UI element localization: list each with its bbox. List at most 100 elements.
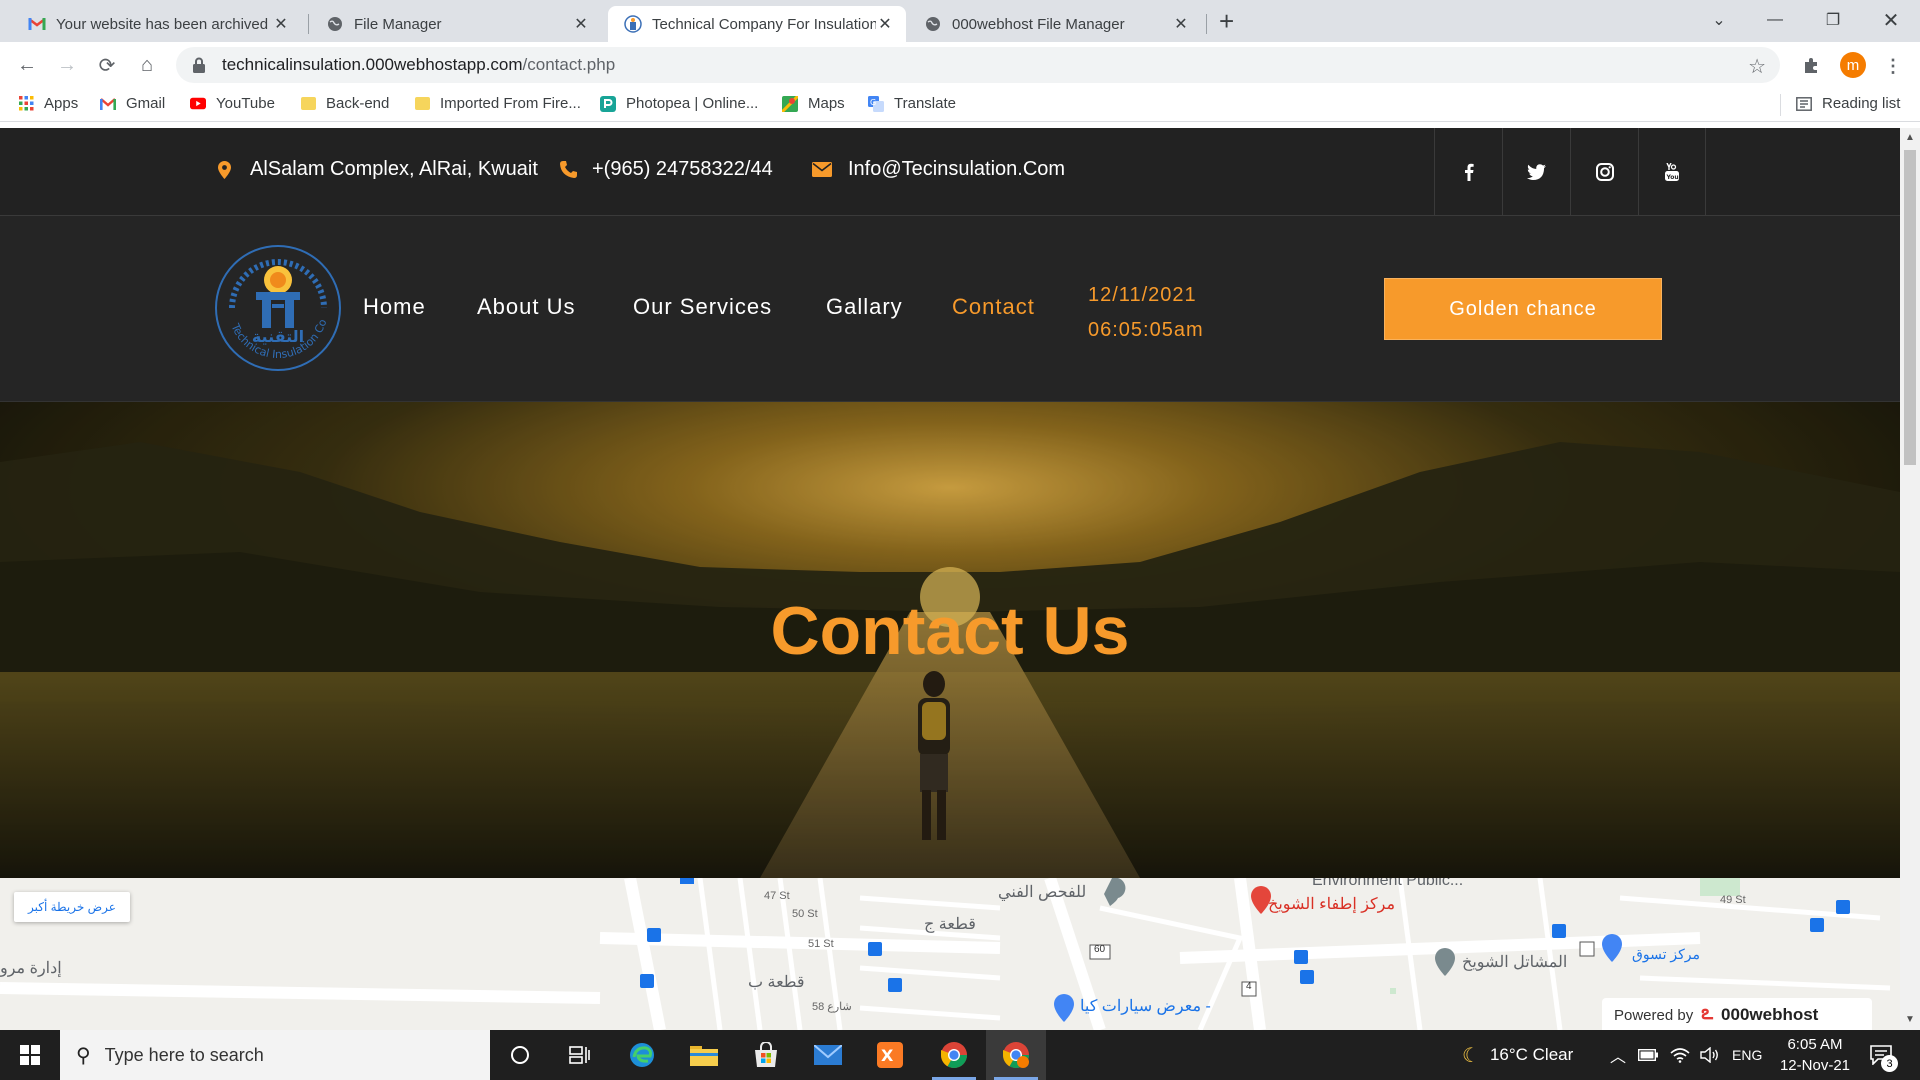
url-host: technicalinsulation.000webhostapp.com [222,55,523,74]
tab-gmail[interactable]: Your website has been archived ✕ [12,6,302,42]
golden-chance-button[interactable]: Golden chance [1384,278,1662,340]
nav-our-services[interactable]: Our Services [633,294,772,320]
wifi-icon[interactable] [1670,1030,1690,1080]
instagram-icon[interactable] [1570,128,1638,216]
email-text: Info@Tecinsulation.Com [848,158,1066,180]
twitter-icon[interactable] [1502,128,1570,216]
home-button[interactable]: ⌂ [132,50,162,80]
tab-title: Your website has been archived [56,15,269,33]
tab-file-manager[interactable]: File Manager ✕ [310,6,602,42]
language-indicator[interactable]: ENG [1732,1030,1762,1080]
nav-about-us[interactable]: About Us [477,294,576,320]
notifications-icon[interactable]: 3 [1866,1040,1898,1072]
profile-avatar[interactable]: m [1840,52,1866,78]
address-text: AlSalam Complex, AlRai, Kwuait [250,158,538,180]
reading-list-button[interactable]: Reading list [1796,95,1900,112]
file-explorer-icon[interactable] [674,1030,734,1080]
cortana-circle-icon[interactable] [490,1030,550,1080]
close-window-button[interactable]: ✕ [1862,0,1920,40]
gmail-icon [28,15,46,33]
show-hidden-icons-chevron-icon[interactable]: ︿ [1610,1030,1626,1080]
windows-start-button[interactable] [0,1030,60,1080]
logo-arabic-text: التقنية [252,327,304,346]
reload-button[interactable]: ⟳ [92,50,122,80]
svg-text:You: You [1666,174,1679,181]
volume-icon[interactable] [1700,1030,1720,1080]
close-icon[interactable]: ✕ [272,14,290,34]
nav-contact[interactable]: Contact [952,294,1035,320]
edge-browser-icon[interactable] [612,1030,672,1080]
phone-text: +(965) 24758322/44 [592,158,773,180]
map-label-environment: Environment Public... [1312,878,1464,889]
bookmark-label: Photopea | Online... [626,95,759,112]
company-logo[interactable]: التقنية Technical Insulation Co. [212,242,344,374]
bookmark-translate[interactable]: G Translate [868,95,956,112]
system-clock[interactable]: 6:05 AM 12-Nov-21 [1770,1034,1860,1076]
email-info[interactable]: Info@Tecinsulation.Com [812,158,1065,181]
envelope-icon [812,160,834,180]
task-view-icon[interactable] [550,1030,610,1080]
map-label-road: 4 [1246,981,1252,992]
bookmark-youtube[interactable]: YouTube [190,95,275,112]
close-icon[interactable]: ✕ [572,14,590,34]
tab-technical-company[interactable]: Technical Company For Insulation ✕ [608,6,906,42]
page-scrollbar[interactable]: ▲ ▼ [1900,128,1920,1030]
svg-text:G: G [870,98,876,107]
bookmark-star-icon[interactable]: ☆ [1748,54,1766,79]
nav-home[interactable]: Home [363,294,426,320]
map-label-admin: إدارة مرو [0,960,62,977]
menu-kebab-icon[interactable]: ⋮ [1880,53,1906,79]
close-icon[interactable]: ✕ [876,14,894,34]
address-bar[interactable]: technicalinsulation.000webhostapp.com/co… [176,47,1780,83]
battery-icon[interactable] [1638,1030,1658,1080]
folder-icon [414,96,430,112]
map-label-street: 47 St [764,890,790,902]
hero-banner: Contact Us [0,402,1900,878]
browser-tab-strip: Your website has been archived ✕ File Ma… [0,0,1920,42]
youtube-icon[interactable]: You [1638,128,1706,216]
powered-by-000webhost[interactable]: Powered by ఽ 000webhost [1602,998,1872,1030]
weather-widget[interactable]: ☾ 16°C Clear [1462,1030,1573,1080]
scroll-up-arrow-icon[interactable]: ▲ [1905,132,1915,143]
reading-list-icon [1796,96,1812,112]
bookmark-gmail[interactable]: Gmail [100,95,165,112]
view-larger-map-link[interactable]: عرض خريطة أكبر [14,892,130,922]
bookmark-apps[interactable]: Apps [18,95,78,112]
nav-gallary[interactable]: Gallary [826,294,903,320]
windows-taskbar: ⚲ Type here to search X ☾ 16°C Clear ︿ E… [0,1030,1920,1080]
bookmark-label: Apps [44,95,79,112]
tab-title: File Manager [354,15,442,33]
google-map-embed[interactable]: عرض خريطة أكبر مركز إطفاء الشويخ Environ… [0,878,1900,1030]
bookmark-maps[interactable]: Maps [782,95,845,112]
bookmark-imported-from-firefox[interactable]: Imported From Fire... [414,95,581,112]
forward-button[interactable]: → [52,50,82,80]
xampp-icon[interactable]: X [860,1030,920,1080]
weather-text: 16°C Clear [1489,1045,1574,1064]
bookmark-back-end[interactable]: Back-end [300,95,389,112]
back-button[interactable]: ← [12,50,42,80]
extensions-puzzle-icon[interactable] [1798,53,1824,79]
taskbar-search-input[interactable]: ⚲ Type here to search [60,1030,490,1080]
phone-info[interactable]: +(965) 24758322/44 [560,158,773,181]
restore-button[interactable]: ❐ [1804,0,1862,40]
scrollbar-thumb[interactable] [1904,150,1916,465]
tab-search-icon[interactable]: ⌄ [1690,0,1748,40]
facebook-icon[interactable] [1434,128,1502,216]
svg-text:X: X [881,1046,894,1065]
moon-icon: ☾ [1462,1044,1480,1067]
url-text: technicalinsulation.000webhostapp.com/co… [222,55,615,75]
notification-count-badge: 3 [1881,1055,1898,1072]
map-label-inspection: للفحص الفني [998,884,1087,901]
microsoft-store-icon[interactable] [736,1030,796,1080]
scroll-down-arrow-icon[interactable]: ▼ [1905,1014,1915,1025]
close-icon[interactable]: ✕ [1172,14,1190,34]
chrome-profile-icon[interactable] [986,1030,1046,1080]
address-info: AlSalam Complex, AlRai, Kwuait [218,158,538,181]
new-tab-button[interactable]: + [1219,8,1234,34]
chrome-icon[interactable] [924,1030,984,1080]
mail-icon[interactable] [798,1030,858,1080]
minimize-button[interactable]: — [1746,0,1804,40]
bookmark-photopea[interactable]: Photopea | Online... [600,95,758,112]
bookmark-label: Translate [894,95,956,112]
tab-000webhost-file-manager[interactable]: 000webhost File Manager ✕ [908,6,1202,42]
